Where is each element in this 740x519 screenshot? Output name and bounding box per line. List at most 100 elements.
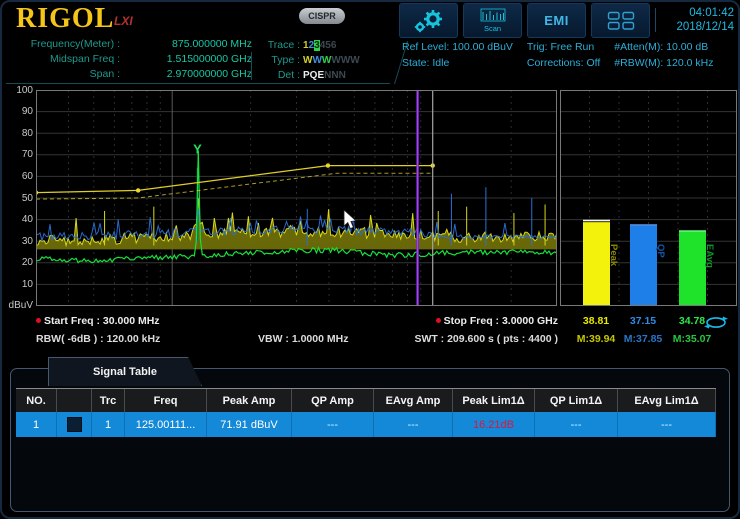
y-tick-50: 50 — [4, 193, 33, 204]
col-header-QP Lim1Δ: QP Lim1Δ — [535, 389, 618, 412]
trace-numbers[interactable]: 123456 — [303, 39, 336, 51]
lxi-badge: LXI — [114, 14, 133, 28]
cell-7: 16.21dB — [453, 412, 535, 437]
clock-time: 04:01:42 — [660, 6, 734, 20]
col-header-select — [57, 389, 92, 412]
signal-table-header: NO.TrcFreqPeak AmpQP AmpEAvg AmpPeak Lim… — [16, 388, 716, 413]
atten: #Atten(M): 10.00 dB — [614, 39, 713, 55]
meter-max-qp: M:37.85 — [624, 333, 663, 345]
cell-8: --- — [535, 412, 618, 437]
frequency-meter-label: Frequency(Meter) : — [6, 38, 120, 53]
marker-glyph: Y — [193, 142, 202, 157]
stop-freq-dot — [436, 318, 441, 323]
gear-icon — [412, 8, 446, 34]
col-header-NO.: NO. — [16, 389, 57, 412]
meter-bar-peak — [583, 222, 610, 305]
col-header-Freq: Freq — [125, 389, 207, 412]
meter-bar-label-peak: Peak — [608, 244, 619, 267]
meter-bar-eavg — [679, 231, 706, 305]
meter-value-peak: 38.81 — [583, 315, 609, 327]
y-tick-10: 10 — [4, 279, 33, 290]
type-6: W — [350, 55, 359, 66]
ref-level: Ref Level: 100.00 dBuV — [402, 39, 513, 55]
col-header-QP Amp: QP Amp — [292, 389, 374, 412]
emi-button-label: EMI — [544, 13, 569, 28]
type-label: Type : — [256, 54, 300, 66]
emi-mode-button[interactable]: EMI — [527, 3, 586, 38]
mouse-cursor — [342, 209, 360, 231]
window-layout-button[interactable] — [591, 3, 650, 38]
refresh-icon[interactable] — [704, 316, 728, 329]
frequency-meter-value: 875.000000 MHz — [120, 38, 252, 53]
rbw-m: #RBW(M): 120.0 kHz — [614, 55, 713, 71]
type-2: W — [312, 55, 321, 66]
y-tick-30: 30 — [4, 236, 33, 247]
det-label: Det : — [256, 69, 300, 81]
cell-0: 1 — [16, 412, 57, 437]
meter-max-peak: M:39.94 — [577, 333, 616, 345]
row-checkbox[interactable] — [67, 417, 82, 432]
cell-select[interactable] — [57, 412, 92, 437]
clock: 04:01:42 2018/12/14 — [660, 6, 734, 34]
header-divider — [251, 52, 252, 80]
cell-2: 1 — [92, 412, 125, 437]
trace-status-block: Trace : 123456 Type : WWWWWW Det : PQENN… — [256, 37, 396, 82]
rbw-readout: RBW( -6dB ) : 120.00 kHz — [36, 333, 160, 345]
y-tick-20: 20 — [4, 257, 33, 268]
trigger: Trig: Free Run — [527, 39, 600, 55]
header-underline — [6, 83, 390, 84]
meter-bar-label-qp: QP — [655, 244, 666, 258]
status-block: Ref Level: 100.00 dBuV State: Idle Trig:… — [402, 39, 713, 71]
stop-freq: Stop Freq : 3.0000 GHz — [380, 315, 558, 327]
type-5: W — [341, 55, 350, 66]
meter-max-eavg: M:35.07 — [673, 333, 712, 345]
cell-6: --- — [374, 412, 453, 437]
trace-types: WWWWWW — [303, 54, 360, 66]
type-4: W — [331, 55, 340, 66]
corrections: Corrections: Off — [527, 55, 600, 71]
analyzer-screen: RIGOL LXI CISPR — [0, 0, 740, 519]
settings-button[interactable] — [399, 3, 458, 38]
clock-separator — [655, 8, 656, 32]
cell-4: 71.91 dBuV — [207, 412, 292, 437]
y-tick-80: 80 — [4, 128, 33, 139]
status-col-atten: #Atten(M): 10.00 dB #RBW(M): 120.0 kHz — [614, 39, 713, 71]
y-tick-40: 40 — [4, 214, 33, 225]
y-tick-90: 90 — [4, 106, 33, 117]
signal-table-row[interactable]: 11125.00111...71.91 dBuV------16.21dB---… — [16, 412, 716, 437]
det-5: N — [331, 70, 338, 81]
trace-label: Trace : — [256, 39, 300, 51]
trace-6[interactable]: 6 — [331, 40, 337, 51]
midspan-freq-value: 1.515000000 GHz — [120, 53, 252, 68]
spectrum-plot: Y — [36, 90, 557, 306]
span-row: Span : 2.970000000 GHz — [6, 68, 252, 83]
state: State: Idle — [402, 55, 513, 71]
meter-bar-panel: PeakQPEAvg — [560, 90, 737, 306]
y-tick-100: 100 — [4, 85, 33, 96]
status-col-trig: Trig: Free Run Corrections: Off — [527, 39, 600, 71]
col-header-Peak Amp: Peak Amp — [207, 389, 292, 412]
y-tick-60: 60 — [4, 171, 33, 182]
det-6: N — [339, 70, 346, 81]
clock-date: 2018/12/14 — [660, 20, 734, 34]
start-freq-dot — [36, 318, 41, 323]
col-header-EAvg Lim1Δ: EAvg Lim1Δ — [618, 389, 716, 412]
scan-button[interactable]: Scan — [463, 3, 522, 38]
swt-readout: SWT : 209.600 s ( pts : 4400 ) — [385, 333, 558, 345]
cell-9: --- — [618, 412, 716, 437]
y-tick-70: 70 — [4, 149, 33, 160]
col-header-EAvg Amp: EAvg Amp — [374, 389, 453, 412]
trace-detectors: PQENNN — [303, 69, 346, 81]
det-1: P — [303, 70, 310, 81]
scan-waveform-icon — [480, 8, 506, 23]
cell-5: --- — [292, 412, 374, 437]
cispr-button[interactable]: CISPR — [299, 8, 345, 24]
rigol-logo: RIGOL — [16, 3, 114, 35]
span-value: 2.970000000 GHz — [120, 68, 252, 83]
window-layout-icon — [607, 11, 635, 31]
meter-bar-qp — [630, 226, 657, 305]
type-3: W — [322, 55, 331, 66]
signal-table-tab[interactable]: Signal Table — [48, 357, 202, 386]
cell-3: 125.00111... — [125, 412, 207, 437]
start-freq: Start Freq : 30.000 MHz — [36, 315, 160, 327]
